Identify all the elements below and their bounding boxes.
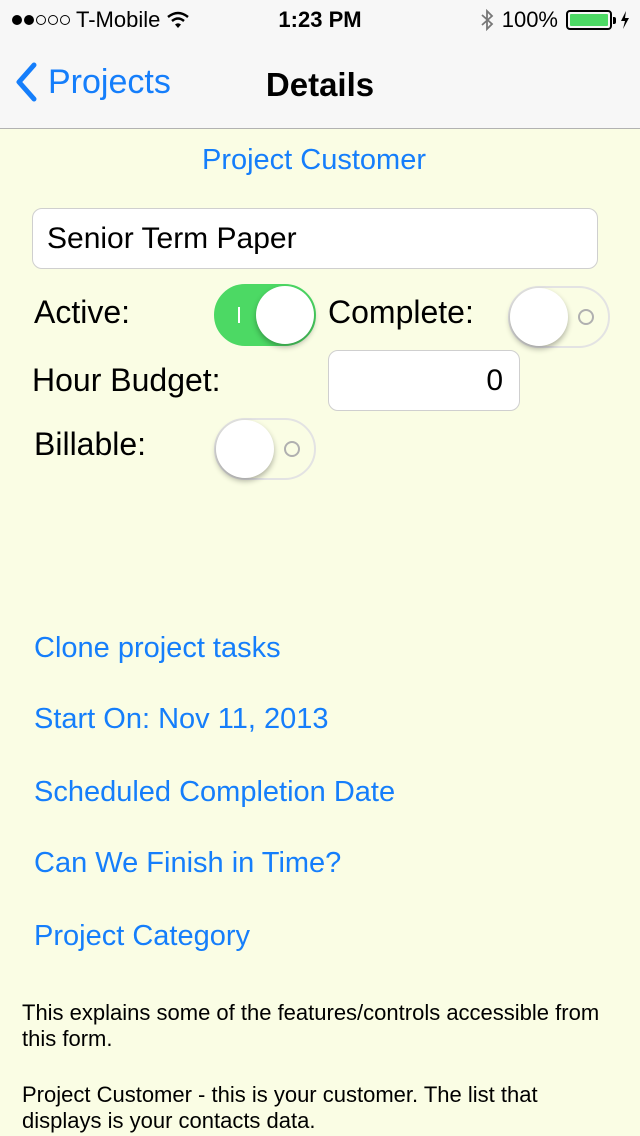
billable-switch[interactable] bbox=[214, 418, 316, 480]
bluetooth-icon bbox=[481, 9, 494, 31]
hour-budget-field[interactable]: 0 bbox=[328, 350, 520, 411]
charging-icon bbox=[621, 11, 629, 29]
billable-label: Billable: bbox=[34, 426, 147, 462]
project-category-link[interactable]: Project Category bbox=[34, 920, 250, 953]
active-switch[interactable] bbox=[214, 284, 316, 346]
page-title: Details bbox=[265, 66, 375, 103]
top-bar: T-Mobile 1:23 PM 100% Projects Details bbox=[0, 0, 640, 129]
status-bar: T-Mobile 1:23 PM 100% bbox=[0, 0, 640, 40]
navigation-bar: Projects Details bbox=[0, 40, 640, 128]
hour-budget-label: Hour Budget: bbox=[32, 362, 221, 398]
complete-label: Complete: bbox=[328, 294, 474, 330]
project-name-field[interactable]: Senior Term Paper bbox=[32, 208, 598, 269]
start-date-link[interactable]: Start On: Nov 11, 2013 bbox=[34, 703, 328, 736]
battery-percentage: 100% bbox=[501, 7, 558, 32]
complete-switch[interactable] bbox=[508, 286, 610, 348]
finish-in-time-link[interactable]: Can We Finish in Time? bbox=[34, 847, 341, 880]
help-customer-text: Project Customer - this is your customer… bbox=[22, 1082, 538, 1133]
status-right: 100% bbox=[480, 7, 630, 33]
battery-icon bbox=[566, 10, 616, 30]
active-label: Active: bbox=[34, 294, 131, 330]
project-customer-button[interactable]: Project Customer bbox=[0, 144, 628, 177]
help-intro-text: This explains some of the features/contr… bbox=[22, 1000, 600, 1051]
clone-project-tasks-link[interactable]: Clone project tasks bbox=[34, 632, 281, 665]
scheduled-completion-link[interactable]: Scheduled Completion Date bbox=[34, 776, 395, 809]
